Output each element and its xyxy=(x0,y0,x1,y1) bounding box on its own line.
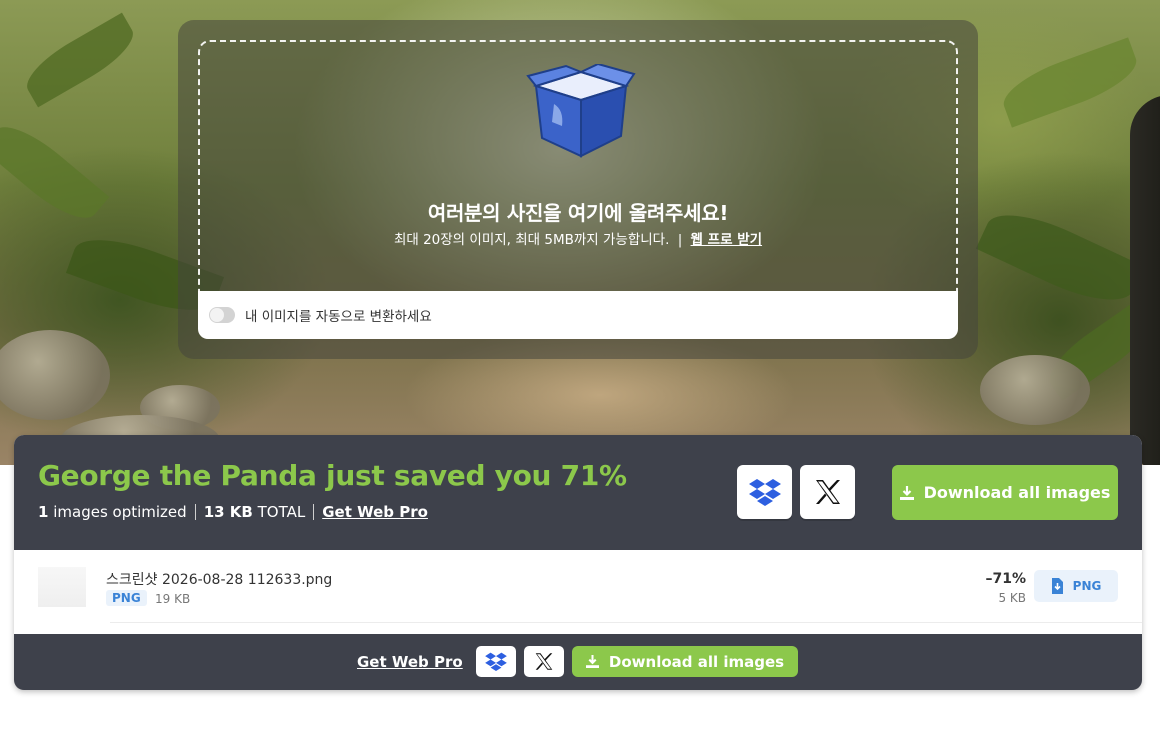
saving-percent: –71% xyxy=(985,571,1026,587)
file-download-button[interactable]: PNG xyxy=(1034,570,1118,602)
footer-bar: Get Web Pro Download all images xyxy=(14,634,1142,690)
row-divider xyxy=(110,622,1142,623)
auto-convert-label: 내 이미지를 자동으로 변환하세요 xyxy=(245,309,432,325)
file-download-icon xyxy=(1051,578,1063,594)
file-download-label: PNG xyxy=(1072,579,1102,593)
get-web-pro-link[interactable]: 웹 프로 받기 xyxy=(691,232,763,248)
download-icon xyxy=(585,655,599,668)
images-count: 1 xyxy=(38,503,49,521)
divider xyxy=(313,504,315,520)
file-name: 스크린샷 2026-08-28 112633.png xyxy=(106,572,333,588)
images-label: images optimized xyxy=(53,503,187,521)
drop-zone[interactable]: 여러분의 사진을 여기에 올려주세요! 최대 20장의 이미지, 최대 5MB까… xyxy=(198,40,958,292)
results-panel: George the Panda just saved you 71% 1 im… xyxy=(14,435,1142,690)
file-thumbnail xyxy=(38,567,86,607)
x-logo-icon xyxy=(535,653,553,670)
auto-convert-toggle[interactable] xyxy=(209,307,235,323)
footer-get-web-pro-link[interactable]: Get Web Pro xyxy=(357,653,463,671)
total-label: TOTAL xyxy=(257,503,306,521)
download-all-label: Download all images xyxy=(923,483,1111,502)
download-all-button[interactable]: Download all images xyxy=(892,465,1118,520)
original-size: 19 KB xyxy=(155,592,191,606)
panda-silhouette xyxy=(1130,95,1160,465)
footer-download-all-label: Download all images xyxy=(608,652,785,671)
dropbox-button[interactable] xyxy=(737,465,792,519)
download-icon xyxy=(899,485,914,500)
upload-subtitle: 최대 20장의 이미지, 최대 5MB까지 가능합니다. | 웹 프로 받기 xyxy=(200,228,956,248)
x-share-button[interactable] xyxy=(800,465,855,519)
summary-header: George the Panda just saved you 71% 1 im… xyxy=(14,435,1142,550)
file-format-badge: PNG xyxy=(106,590,147,606)
upload-title: 여러분의 사진을 여기에 올려주세요! xyxy=(427,201,729,225)
total-size: 13 KB xyxy=(203,503,253,521)
x-logo-icon xyxy=(815,480,840,504)
upload-card: 여러분의 사진을 여기에 올려주세요! 최대 20장의 이미지, 최대 5MB까… xyxy=(178,20,978,359)
savings-title: George the Panda just saved you 71% xyxy=(38,459,627,492)
get-web-pro-link[interactable]: Get Web Pro xyxy=(322,503,428,521)
footer-dropbox-button[interactable] xyxy=(476,646,516,677)
upload-limits: 최대 20장의 이미지, 최대 5MB까지 가능합니다. xyxy=(393,232,670,248)
footer-x-share-button[interactable] xyxy=(524,646,564,677)
separator: | xyxy=(677,232,683,248)
dropbox-icon xyxy=(748,479,781,506)
dropbox-icon xyxy=(485,652,507,671)
auto-convert-row: 내 이미지를 자동으로 변환하세요 xyxy=(198,291,958,339)
file-row: 스크린샷 2026-08-28 112633.png PNG 19 KB –71… xyxy=(14,550,1142,623)
divider xyxy=(194,504,196,520)
new-size: 5 KB xyxy=(998,591,1026,605)
footer-download-all-button[interactable]: Download all images xyxy=(572,646,798,677)
box-icon xyxy=(526,64,636,158)
stats-line: 1 images optimized 13 KB TOTAL Get Web P… xyxy=(38,503,428,521)
